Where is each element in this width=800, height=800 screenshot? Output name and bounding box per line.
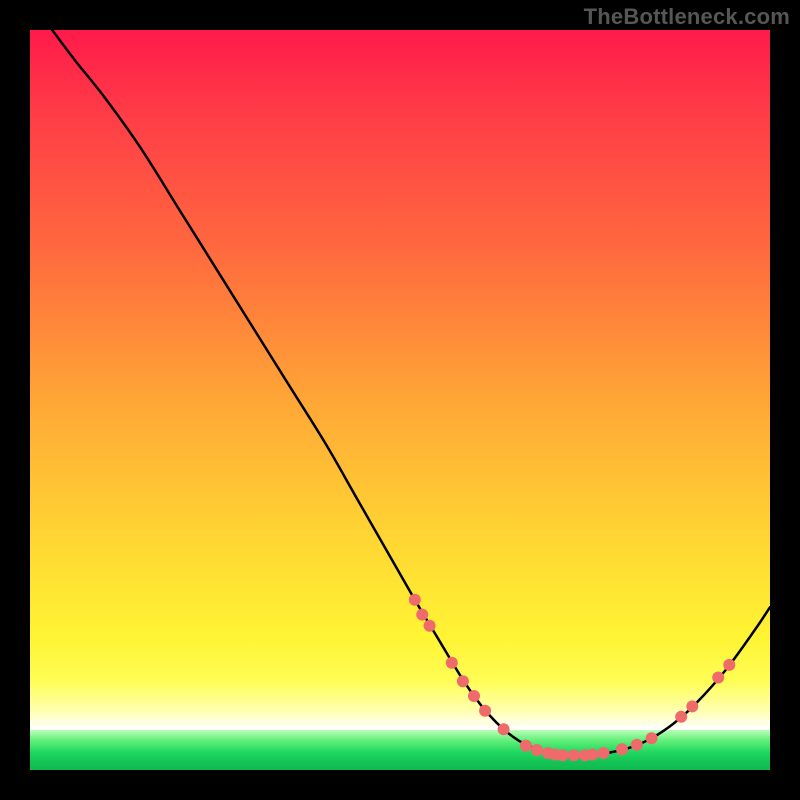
highlight-point — [520, 740, 532, 752]
bottleneck-curve — [52, 30, 770, 756]
highlight-point — [498, 723, 510, 735]
highlight-point — [712, 672, 724, 684]
highlight-point — [457, 675, 469, 687]
highlight-point — [598, 747, 610, 759]
highlight-point — [409, 594, 421, 606]
highlight-point — [446, 657, 458, 669]
plot-area — [30, 30, 770, 770]
highlight-point — [468, 690, 480, 702]
highlight-point — [723, 659, 735, 671]
highlight-point — [479, 705, 491, 717]
highlight-point — [416, 609, 428, 621]
watermark-label: TheBottleneck.com — [584, 4, 790, 30]
chart-svg — [30, 30, 770, 770]
highlight-point — [586, 749, 598, 761]
highlight-point — [568, 749, 580, 761]
highlight-point — [616, 743, 628, 755]
highlight-point — [531, 744, 543, 756]
highlight-point — [646, 732, 658, 744]
highlighted-points-group — [409, 594, 736, 761]
highlight-point — [675, 711, 687, 723]
chart-frame: TheBottleneck.com — [0, 0, 800, 800]
highlight-point — [631, 739, 643, 751]
highlight-point — [557, 749, 569, 761]
highlight-point — [424, 620, 436, 632]
highlight-point — [686, 700, 698, 712]
